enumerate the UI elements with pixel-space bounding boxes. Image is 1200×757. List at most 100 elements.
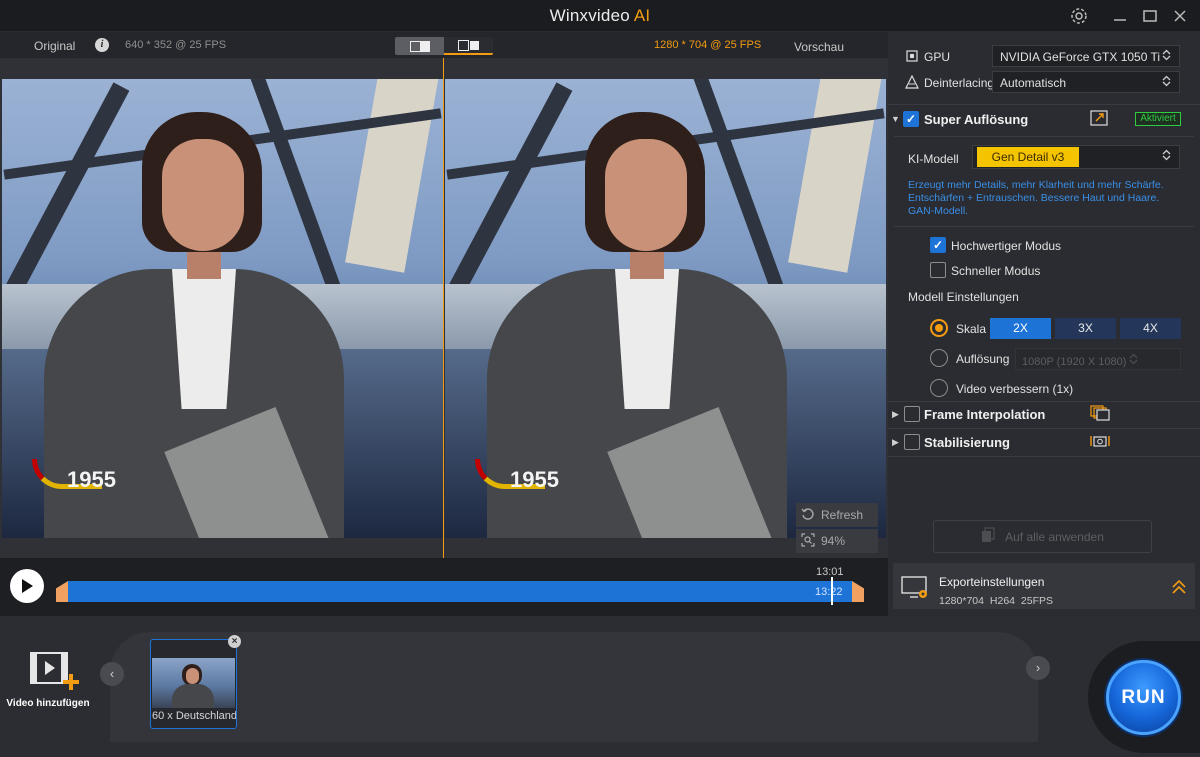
scale-2x-button[interactable]: 2X <box>990 318 1051 339</box>
super-resolution-title: Super Auflösung <box>924 112 1029 127</box>
upscale-icon <box>1090 110 1108 129</box>
model-description: Erzeugt mehr Details, mehr Klarheit und … <box>908 179 1164 217</box>
export-codec: H264 <box>989 595 1015 607</box>
expand-caret-icon[interactable]: ▶ <box>892 409 899 420</box>
expand-caret-icon[interactable]: ▶ <box>892 437 899 448</box>
select-chevron-icon <box>1129 353 1138 368</box>
play-button[interactable] <box>10 569 44 603</box>
expand-up-chevron-icon[interactable] <box>1171 579 1187 598</box>
info-icon[interactable]: i <box>95 38 109 52</box>
deinterlacing-label: Deinterlacing <box>924 76 995 90</box>
refresh-button[interactable]: Refresh <box>796 503 878 527</box>
app-title-ai: AI <box>633 6 651 25</box>
app-title-text: Winxvideo <box>549 6 630 25</box>
end-time: 13:22 <box>815 586 843 598</box>
media-item-name: 60 x Deutschland <box>152 710 236 722</box>
activated-badge: Aktiviert <box>1135 112 1181 126</box>
scale-radio[interactable] <box>930 319 948 337</box>
high-quality-label: Hochwertiger Modus <box>951 239 1062 253</box>
separator <box>894 136 1194 137</box>
export-resolution: 1280*704 <box>939 595 984 607</box>
ai-model-value[interactable]: Gen Detail v3 <box>977 147 1079 167</box>
gpu-value: NVIDIA GeForce GTX 1050 Ti <box>1000 50 1161 64</box>
resolution-select: 1080P (1920 X 1080) <box>1015 348 1181 370</box>
minimize-icon[interactable] <box>1108 4 1132 28</box>
resolution-label: Auflösung <box>956 352 1010 366</box>
original-video-frame: 1955 <box>2 79 443 538</box>
close-icon[interactable] <box>1168 4 1192 28</box>
frames-icon <box>1090 405 1110 424</box>
separator <box>888 104 1200 105</box>
separator <box>894 226 1194 227</box>
scale-4x-button[interactable]: 4X <box>1120 318 1181 339</box>
separator <box>888 428 1200 429</box>
apply-to-all-label: Auf alle anwenden <box>1005 529 1104 544</box>
enhance-video-radio[interactable] <box>930 379 948 397</box>
original-label: Original <box>34 39 76 53</box>
playhead[interactable] <box>831 577 833 605</box>
export-fps: 25FPS <box>1020 595 1054 607</box>
collapse-caret-icon[interactable]: ▼ <box>891 114 900 124</box>
fast-mode-label: Schneller Modus <box>951 264 1041 278</box>
overlay-year-right: 1955 <box>510 467 559 492</box>
export-summary: 1280*704 H264 25FPS <box>939 595 1053 607</box>
current-time: 13:01 <box>816 566 844 578</box>
refresh-icon <box>801 507 815 524</box>
frame-interpolation-checkbox[interactable] <box>904 406 920 422</box>
resolution-radio[interactable] <box>930 349 948 367</box>
refresh-label: Refresh <box>821 508 864 522</box>
select-chevron-icon <box>1162 149 1171 162</box>
side-by-side-icon[interactable] <box>444 37 493 55</box>
compare-divider[interactable] <box>443 58 444 558</box>
separator <box>888 401 1200 402</box>
export-settings-title: Exporteinstellungen <box>939 575 1045 589</box>
deinterlacing-select[interactable]: Automatisch <box>992 71 1180 93</box>
output-resolution: 1280 * 704 @ 25 FPS <box>654 39 762 51</box>
copy-icon <box>981 527 995 546</box>
separator <box>888 456 1200 457</box>
gpu-select[interactable]: NVIDIA GeForce GTX 1050 Ti <box>992 45 1180 67</box>
frame-interpolation-title: Frame Interpolation <box>924 407 1046 422</box>
play-icon <box>22 579 33 593</box>
stabilization-camera-icon <box>1089 433 1111 452</box>
view-mode-toggle[interactable] <box>395 37 493 55</box>
select-chevron-icon <box>1162 75 1171 88</box>
scale-3x-button[interactable]: 3X <box>1055 318 1116 339</box>
gpu-chip-icon <box>905 49 919 66</box>
scroll-right-icon[interactable]: › <box>1026 656 1050 680</box>
resolution-value: 1080P (1920 X 1080) <box>1022 356 1127 368</box>
deinterlace-icon <box>905 74 919 92</box>
settings-gear-icon[interactable] <box>1067 4 1091 28</box>
high-quality-checkbox[interactable]: ✓ <box>930 237 946 253</box>
remove-media-icon[interactable]: × <box>228 635 241 648</box>
apply-to-all-button[interactable]: Auf alle anwenden <box>933 520 1152 553</box>
add-video-icon <box>29 650 81 695</box>
super-resolution-checkbox[interactable]: ✓ <box>903 111 919 127</box>
run-button[interactable]: RUN <box>1106 660 1181 735</box>
stabilization-checkbox[interactable] <box>904 434 920 450</box>
maximize-icon[interactable] <box>1138 4 1162 28</box>
overlay-year-left: 1955 <box>67 467 116 492</box>
media-thumbnail <box>152 658 235 708</box>
video-preview-area: 1955 1955 <box>0 58 888 558</box>
deinterlacing-value: Automatisch <box>1000 76 1067 90</box>
preview-label: Vorschau <box>794 40 845 54</box>
title-bar: Winxvideo AI <box>0 0 1200 32</box>
scroll-left-icon[interactable]: ‹ <box>100 662 124 686</box>
timeline-track[interactable] <box>68 581 852 602</box>
app-title: Winxvideo AI <box>0 6 1200 26</box>
model-settings-label: Modell Einstellungen <box>908 290 1019 304</box>
media-item[interactable]: 60 x Deutschland <box>150 639 237 729</box>
add-video-label: Video hinzufügen <box>6 698 90 709</box>
enhance-video-label: Video verbessern (1x) <box>956 382 1074 396</box>
stabilization-title: Stabilisierung <box>924 435 1010 450</box>
zoom-button[interactable]: 94% <box>796 529 878 553</box>
select-chevron-icon <box>1162 49 1171 62</box>
zoom-icon <box>801 532 815 550</box>
enhanced-video-frame: 1955 <box>445 79 886 538</box>
gpu-label: GPU <box>924 50 951 64</box>
split-view-icon[interactable] <box>395 37 444 55</box>
media-track <box>110 632 1038 742</box>
export-settings-icon <box>901 574 931 605</box>
fast-mode-checkbox[interactable] <box>930 262 946 278</box>
